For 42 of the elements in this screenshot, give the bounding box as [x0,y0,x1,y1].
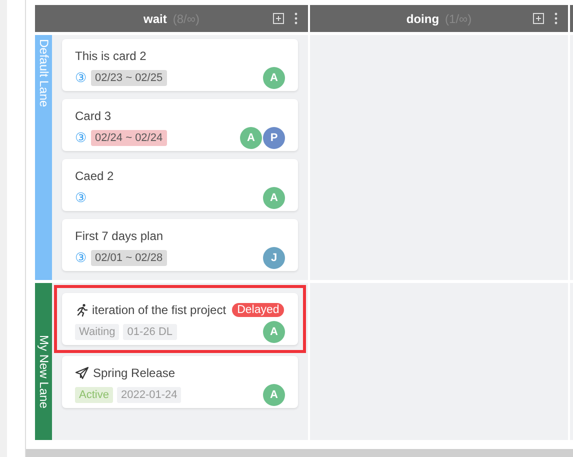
add-icon[interactable] [533,13,544,24]
card[interactable]: Spring Release Active 2022-01-24 A [62,356,298,408]
tag: Active [75,387,113,403]
card-title: Caed 2 [75,169,114,183]
card[interactable]: First 7 days plan ③ 02/01 ~ 02/28 J [62,219,298,271]
lane-label: Default Lane [35,35,52,280]
more-icon[interactable] [294,12,298,25]
card-title: Spring Release [93,366,176,380]
avatar[interactable]: A [263,321,285,343]
avatar[interactable]: A [263,67,285,89]
tag: Waiting [75,324,120,340]
horizontal-scrollbar[interactable] [26,449,573,457]
card-title: First 7 days plan [75,229,164,243]
avatar[interactable]: P [263,127,285,149]
card[interactable]: Card 3 ③ 02/24 ~ 02/24 A P [62,99,298,151]
add-icon[interactable] [273,13,284,24]
tag: 2022-01-24 [116,387,182,403]
priority-indicator: ③ [75,190,87,206]
avatar[interactable]: A [263,187,285,209]
column-title: doing [406,12,440,26]
card[interactable]: Caed 2 ③ A [62,159,298,211]
tag: 01-26 DL [123,324,177,340]
lane-label: My New Lane [35,283,52,440]
card-title: This is card 2 [75,49,146,63]
priority-indicator: ③ [75,70,87,86]
card[interactable]: This is card 2 ③ 02/23 ~ 02/25 A [62,39,298,91]
avatar[interactable]: A [263,384,285,406]
card-title: iteration of the fist project [92,303,226,317]
more-icon[interactable] [554,12,558,25]
column-title: wait [144,12,167,26]
avatar[interactable]: J [263,247,285,269]
priority-indicator: ③ [75,250,87,266]
runner-icon [75,303,88,317]
tag: 02/24 ~ 02/24 [91,130,167,146]
priority-indicator: ③ [75,130,87,146]
paper-plane-icon [75,366,89,380]
tag: 02/01 ~ 02/28 [91,250,167,266]
card[interactable]: iteration of the fist project Delayed Waiting 01-26 DL A [62,293,298,345]
avatar[interactable]: A [240,127,262,149]
status-badge: Delayed [232,303,284,317]
tag: 02/23 ~ 02/25 [91,70,167,86]
card-title: Card 3 [75,109,112,123]
